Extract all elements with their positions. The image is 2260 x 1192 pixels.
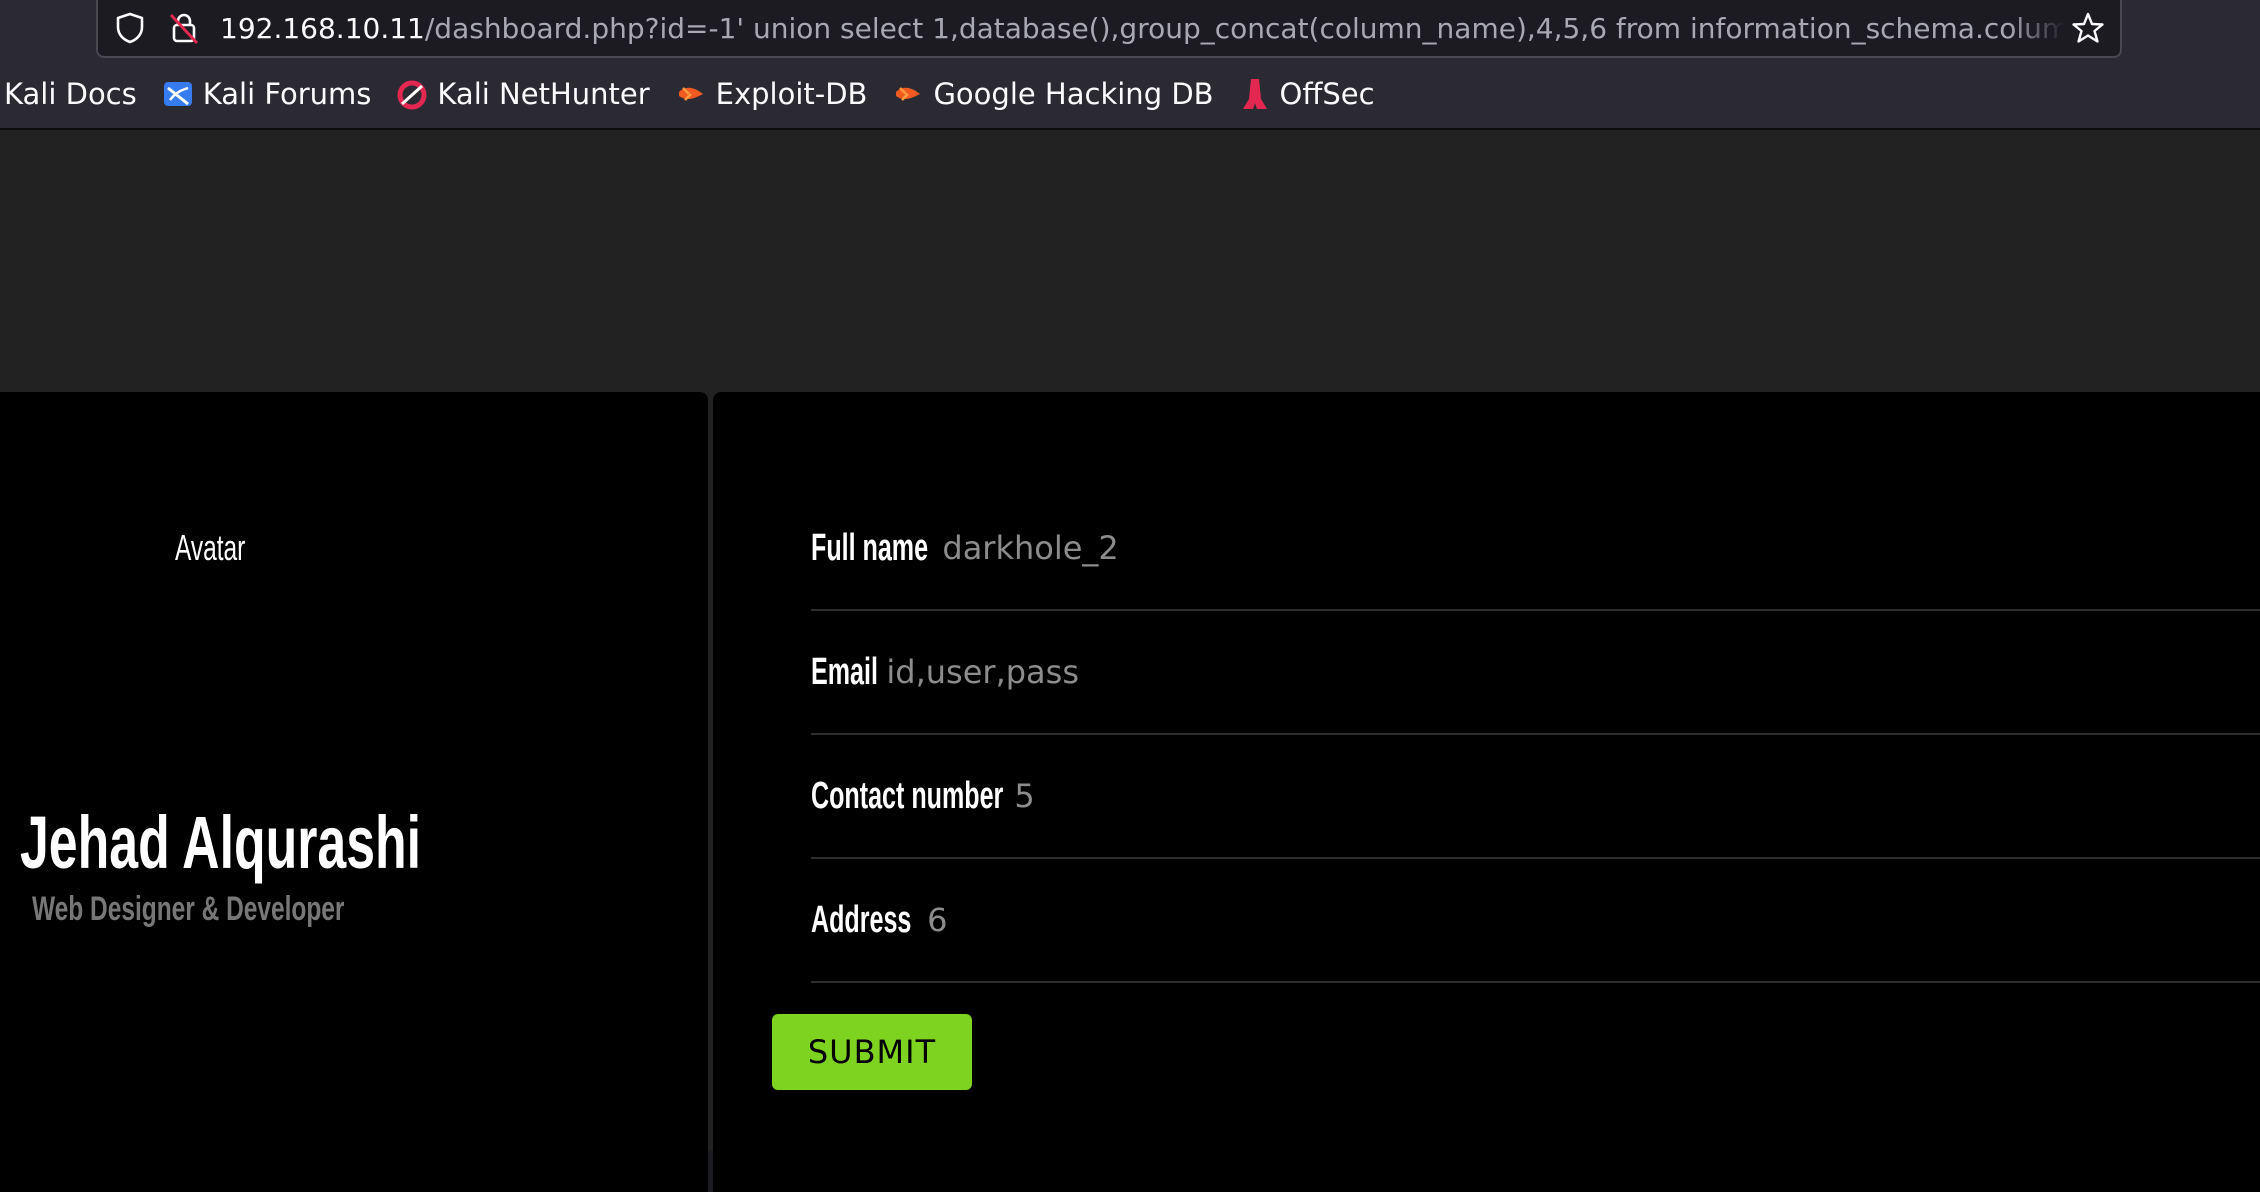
- submit-button[interactable]: SUBMIT: [772, 1014, 972, 1090]
- exploit-db-icon: [674, 77, 708, 111]
- full-name-field[interactable]: darkhole_2: [942, 529, 1118, 567]
- bookmark-label: Kali Docs: [4, 77, 137, 111]
- url-path: /dashboard.php?id=-1' union select 1,dat…: [424, 12, 2065, 45]
- field-label: Address: [811, 898, 912, 941]
- bookmark-star-icon[interactable]: [2070, 10, 2106, 46]
- field-row-email: Email id,user,pass: [811, 611, 2260, 735]
- url-text[interactable]: 192.168.10.11/dashboard.php?id=-1' union…: [220, 0, 2065, 58]
- field-label: Contact number: [811, 774, 1004, 817]
- tracking-protection-shield-icon[interactable]: [112, 10, 148, 46]
- bookmark-kali-nethunter[interactable]: Kali NetHunter: [395, 69, 650, 119]
- field-row-contact-number: Contact number 5: [811, 735, 2260, 859]
- url-host: 192.168.10.11: [220, 12, 425, 45]
- bookmarks-toolbar: Kali Docs Kali Forums Kali NetHunter Exp…: [0, 60, 2260, 130]
- kali-forums-icon: [161, 77, 195, 111]
- bookmark-label: OffSec: [1279, 77, 1375, 111]
- field-label: Full name: [811, 526, 929, 569]
- page-content: Avatar Jehad Alqurashi Web Designer & De…: [0, 130, 2260, 1192]
- nethunter-icon: [395, 77, 429, 111]
- bookmark-google-hacking-db[interactable]: Google Hacking DB: [891, 69, 1214, 119]
- field-row-full-name: Full name darkhole_2: [811, 487, 2260, 611]
- field-row-address: Address 6: [811, 859, 2260, 983]
- bookmark-offsec[interactable]: OffSec: [1238, 69, 1375, 119]
- address-bar[interactable]: 192.168.10.11/dashboard.php?id=-1' union…: [96, 0, 2122, 58]
- ghdb-icon: [891, 77, 925, 111]
- bookmark-kali-docs[interactable]: Kali Docs: [4, 69, 137, 119]
- bookmark-label: Kali Forums: [202, 77, 372, 111]
- bookmark-label: Google Hacking DB: [933, 77, 1214, 111]
- profile-name: Jehad Alqurashi: [20, 801, 422, 884]
- offsec-icon: [1238, 77, 1272, 111]
- avatar: Avatar: [175, 527, 246, 568]
- profile-role: Web Designer & Developer: [32, 890, 345, 928]
- contact-number-field[interactable]: 5: [1014, 777, 1034, 815]
- field-label: Email: [811, 650, 878, 693]
- email-field[interactable]: id,user,pass: [886, 653, 1079, 691]
- bookmark-kali-forums[interactable]: Kali Forums: [161, 69, 372, 119]
- insecure-lock-icon[interactable]: [166, 10, 202, 46]
- bookmark-label: Kali NetHunter: [437, 77, 650, 111]
- bookmark-label: Exploit-DB: [715, 77, 868, 111]
- address-bar-row: 192.168.10.11/dashboard.php?id=-1' union…: [0, 0, 2260, 60]
- address-field[interactable]: 6: [927, 901, 947, 939]
- bookmark-exploit-db[interactable]: Exploit-DB: [674, 69, 868, 119]
- profile-card: Avatar Jehad Alqurashi Web Designer & De…: [0, 392, 708, 1192]
